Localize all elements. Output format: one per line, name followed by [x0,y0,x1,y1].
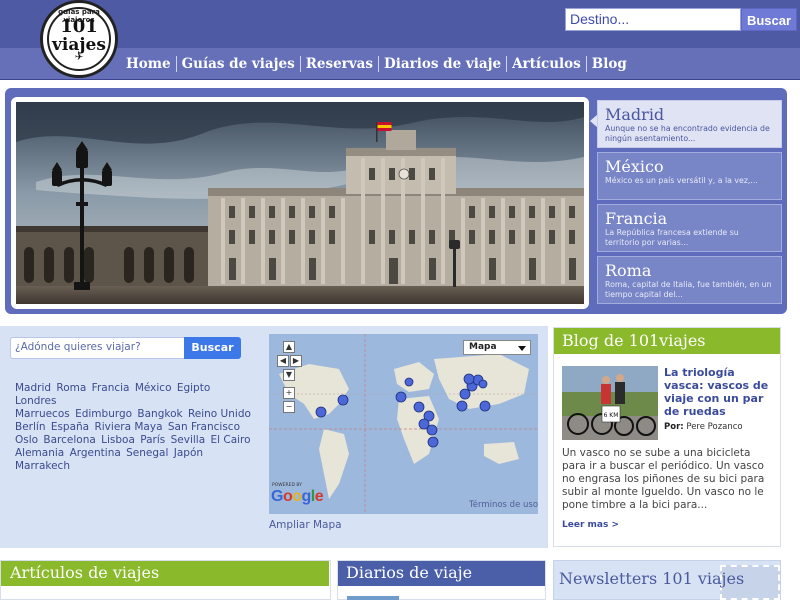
plane-icon: ✈ [74,52,84,63]
destination-link[interactable]: México [135,382,172,394]
slide-mexico[interactable]: México México es un país versátil y, a l… [597,152,782,200]
slide-madrid[interactable]: Madrid Aunque no se ha encontrado eviden… [597,100,782,148]
destination-link[interactable]: Roma [56,382,86,394]
map-zoom-out-button[interactable]: − [283,401,295,413]
destination-link[interactable]: Lisboa [101,434,135,446]
where-search-button[interactable]: Buscar [184,337,241,359]
destination-link[interactable]: Marruecos [15,408,70,420]
where-search-input[interactable]: ¿Adónde quieres viajar? [10,337,186,359]
nav-home[interactable]: Home [124,56,177,72]
main-nav: Home Guías de viajes Reservas Diarios de… [124,54,632,74]
destination-link[interactable]: Reino Unido [188,408,251,420]
nav-diaries[interactable]: Diarios de viaje [379,56,508,72]
blog-author: Por: Pere Pozanco [664,422,743,432]
slide-title: Francia [605,209,668,228]
author-name: Pere Pozanco [686,422,743,432]
destination-link[interactable]: España [51,421,89,433]
destination-links: Madrid Roma Francia México Egipto Londre… [15,382,255,473]
diary-thumbnail[interactable] [347,596,399,600]
diaries-heading: Diarios de viaje [346,563,473,582]
destination-search-input[interactable]: Destino... [565,8,741,31]
nav-guides[interactable]: Guías de viajes [177,56,301,72]
slide-title: Roma [605,261,652,280]
destination-link[interactable]: Madrid [15,382,51,394]
articles-heading: Artículos de viajes [10,563,160,582]
destination-link[interactable]: San Francisco [168,421,240,433]
featured-photo-frame[interactable] [11,97,589,309]
slide-description: México es un país versátil y, a la vez,.… [605,176,758,185]
slide-description: La República francesa extiende su territ… [605,228,739,247]
destination-link[interactable]: París [140,434,165,446]
destination-link[interactable]: Barcelona [43,434,95,446]
slider-list: Madrid Aunque no se ha encontrado eviden… [597,100,782,308]
map-pan-right-button[interactable]: ▶ [290,355,302,367]
destination-link[interactable]: Egipto [177,382,210,394]
blog-post-title[interactable]: La triología vasca: vascos de viaje con … [664,366,776,418]
logo-number: 101 [60,16,98,37]
nav-articles[interactable]: Artículos [507,56,587,72]
destination-link[interactable]: Senegal [126,447,168,459]
google-logo[interactable]: Google [271,488,324,506]
map-pan-up-button[interactable]: ▲ [283,341,295,353]
slide-title: México [605,157,664,176]
newsletter-heading: Newsletters 101 viajes [559,569,745,588]
slide-description: Aunque no se ha encontrado evidencia de … [605,124,770,143]
destination-link[interactable]: Argentina [70,447,121,459]
destination-link[interactable]: Japón [174,447,203,459]
read-more-link[interactable]: Leer mas > [562,520,619,530]
dropdown-arrow-icon [518,346,526,351]
destination-search-button[interactable]: Buscar [741,8,797,31]
destination-link[interactable]: Oslo [15,434,38,446]
map-terms-link[interactable]: Términos de uso [469,500,538,510]
destination-link[interactable]: Marrakech [15,460,70,472]
site-logo[interactable]: guías para viajeros 101 viajes ✈ [40,0,118,78]
nav-bookings[interactable]: Reservas [301,56,379,72]
destination-link[interactable]: Edimburgo [75,408,132,420]
destination-link[interactable]: El Cairo [210,434,250,446]
nav-blog[interactable]: Blog [587,56,632,72]
destination-link[interactable]: Berlín [15,421,45,433]
madrid-palace-photo[interactable] [16,102,584,304]
destination-link[interactable]: Sevilla [171,434,206,446]
blog-excerpt: Un vasco no se sube a una bicicleta para… [562,447,765,511]
destination-link[interactable]: Londres [15,395,56,407]
map-pan-left-button[interactable]: ◀ [277,355,289,367]
sign-text: 6 KM [604,412,619,419]
destination-link[interactable]: Bangkok [137,408,182,420]
map-pan-down-button[interactable]: ▼ [283,369,295,381]
blog-post-image[interactable]: 6 KM [562,366,658,440]
author-label: Por: [664,422,684,432]
destination-link[interactable]: Riviera Maya [94,421,162,433]
blog-heading: Blog de 101viajes [562,331,706,350]
expand-map-link[interactable]: Ampliar Mapa [269,519,342,531]
map-type-select[interactable]: Mapa [463,340,531,355]
destination-link[interactable]: Francia [92,382,130,394]
slide-description: Roma, capital de Italia, fue también, en… [605,280,772,299]
map-zoom-in-button[interactable]: + [283,387,295,399]
slide-title: Madrid [605,105,665,124]
destination-link[interactable]: Alemania [15,447,64,459]
slide-roma[interactable]: Roma Roma, capital de Italia, fue tambié… [597,256,782,304]
map-type-label: Mapa [469,342,497,352]
slide-francia[interactable]: Francia La República francesa extiende s… [597,204,782,252]
world-map[interactable] [269,334,538,514]
